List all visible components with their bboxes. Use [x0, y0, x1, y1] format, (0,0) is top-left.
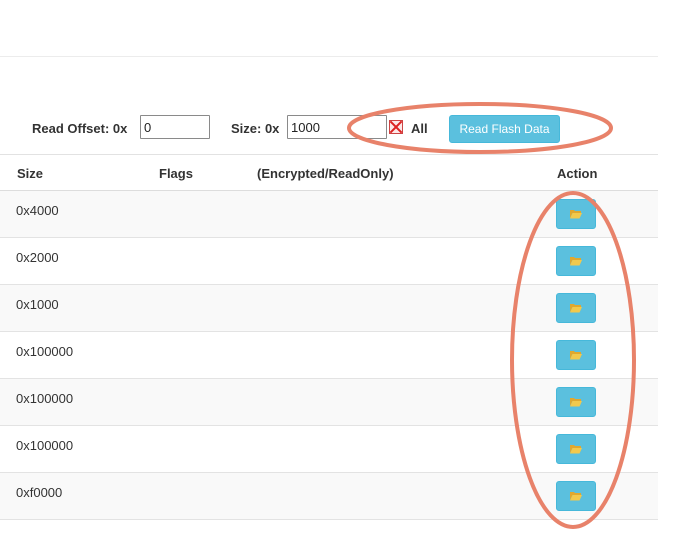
- header-encrypted-readonly: (Encrypted/ReadOnly): [257, 166, 394, 181]
- size-cell: 0x4000: [16, 203, 59, 218]
- table-row: 0xf0000: [0, 473, 658, 520]
- read-partition-button[interactable]: [556, 387, 596, 417]
- divider: [0, 56, 658, 57]
- folder-open-icon: [570, 210, 582, 219]
- size-cell: 0x2000: [16, 250, 59, 265]
- folder-open-icon: [570, 257, 582, 266]
- folder-open-icon: [570, 398, 582, 407]
- header-size: Size: [17, 166, 44, 181]
- folder-open-icon: [570, 304, 582, 313]
- table-row: 0x100000: [0, 379, 658, 426]
- table-row: 0x100000: [0, 332, 658, 379]
- all-checkbox[interactable]: [389, 120, 403, 134]
- read-partition-button[interactable]: [556, 340, 596, 370]
- read-partition-button[interactable]: [556, 293, 596, 323]
- read-offset-input[interactable]: [140, 115, 210, 139]
- size-cell: 0x1000: [16, 297, 59, 312]
- read-partition-button[interactable]: [556, 199, 596, 229]
- table-row: 0x100000: [0, 426, 658, 473]
- header-flags: Flags: [159, 166, 193, 181]
- folder-open-icon: [570, 492, 582, 501]
- read-partition-button[interactable]: [556, 481, 596, 511]
- folder-open-icon: [570, 445, 582, 454]
- read-flash-data-button[interactable]: Read Flash Data: [449, 115, 560, 143]
- read-offset-label: Read Offset: 0x: [32, 121, 128, 136]
- table-row: 0x1000: [0, 285, 658, 332]
- header-action: Action: [557, 166, 598, 181]
- size-cell: 0xf0000: [16, 485, 63, 500]
- flash-read-controls: Read Offset: 0x Size: 0x All Read Flash …: [0, 115, 658, 143]
- all-label: All: [411, 121, 428, 136]
- read-partition-button[interactable]: [556, 434, 596, 464]
- partition-table: Size Flags (Encrypted/ReadOnly) Action 0…: [0, 154, 658, 520]
- size-label: Size: 0x: [231, 121, 280, 136]
- folder-open-icon: [570, 351, 582, 360]
- table-header: Size Flags (Encrypted/ReadOnly) Action: [0, 154, 658, 191]
- size-cell: 0x100000: [16, 344, 74, 359]
- table-row: 0x4000: [0, 191, 658, 238]
- size-cell: 0x100000: [16, 391, 74, 406]
- table-row: 0x2000: [0, 238, 658, 285]
- read-partition-button[interactable]: [556, 246, 596, 276]
- size-cell: 0x100000: [16, 438, 74, 453]
- size-input[interactable]: [287, 115, 387, 139]
